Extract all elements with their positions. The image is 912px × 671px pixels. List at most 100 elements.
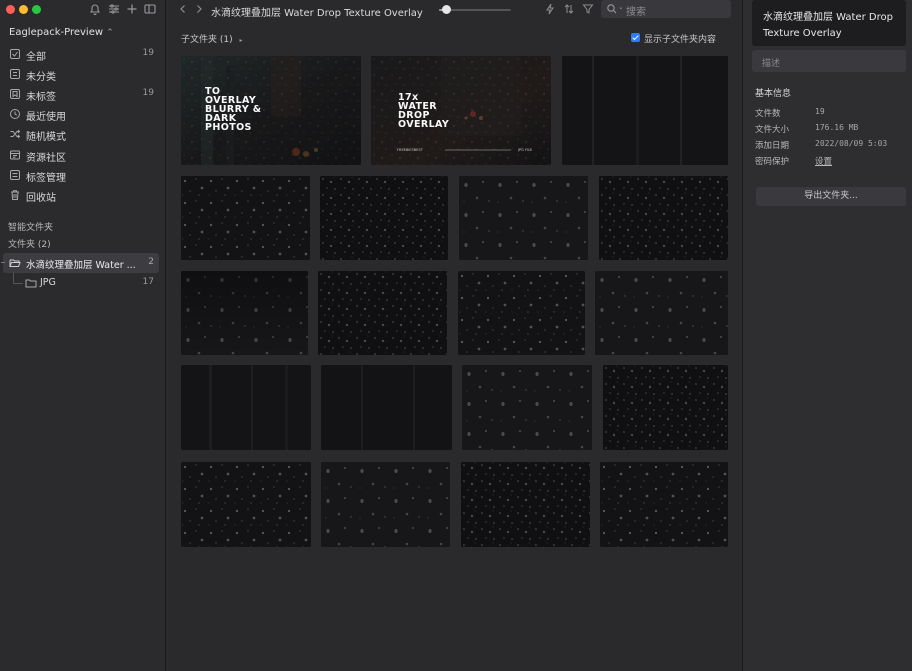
sidebar: Eaglepack-Preview ⌃ 全部 19 未分类 未标签 19 最近使… <box>0 0 166 671</box>
info-row-password: 密码保护 设置 <box>755 155 905 169</box>
nav-label: 未分类 <box>26 72 56 83</box>
smart-folders-header[interactable]: 智能文件夹 <box>8 220 53 233</box>
trash-icon <box>9 189 21 201</box>
library-name: Eaglepack-Preview <box>9 27 104 38</box>
texture-image <box>459 176 588 260</box>
info-value: 19 <box>815 107 825 116</box>
back-chevron-icon[interactable] <box>177 3 189 15</box>
nav-item-tag-manager[interactable]: 标签管理 <box>0 165 166 185</box>
thumbnail-texture[interactable] <box>562 56 728 165</box>
inspector-folder-name[interactable]: 水滴纹理叠加层 Water Drop Texture Overlay <box>752 0 906 46</box>
texture-image <box>321 462 450 547</box>
folder-icon <box>25 277 37 289</box>
texture-image <box>181 365 311 450</box>
sort-icon[interactable] <box>563 3 575 15</box>
thumbnail-texture[interactable] <box>462 365 592 450</box>
cover-text-2: 17x WATER DROP OVERLAY <box>398 92 450 130</box>
thumbnail-texture[interactable] <box>181 176 310 260</box>
thumbnail-texture[interactable] <box>599 176 728 260</box>
nav-label: 资源社区 <box>26 153 66 164</box>
nav-item-random[interactable]: 随机模式 <box>0 124 166 144</box>
texture-image <box>462 365 592 450</box>
thumbnail-texture[interactable] <box>321 462 450 547</box>
add-icon[interactable] <box>125 2 139 16</box>
texture-image <box>181 176 310 260</box>
tree-line <box>13 283 23 284</box>
nav-label: 全部 <box>26 52 46 63</box>
thumbnail-texture[interactable] <box>181 462 311 547</box>
export-folder-button[interactable]: 导出文件夹... <box>756 187 906 206</box>
folder-item-jpg[interactable]: JPG 17 <box>0 273 166 293</box>
all-items-icon <box>9 48 21 60</box>
thumbnail-texture[interactable] <box>181 271 308 355</box>
cover-footer-left: FREEBIESBEST <box>397 148 423 152</box>
tree-line <box>1 262 5 263</box>
thumbnail-texture[interactable] <box>461 462 590 547</box>
thumbnail-texture[interactable] <box>600 462 728 547</box>
thumbnail-texture[interactable] <box>320 176 448 260</box>
sidebar-toggle-icon[interactable] <box>143 2 157 16</box>
info-key: 密码保护 <box>755 157 790 167</box>
search-field[interactable]: ⌄ 搜索 <box>601 0 731 18</box>
nav-item-untagged[interactable]: 未标签 19 <box>0 84 166 104</box>
thumbnail-texture[interactable] <box>458 271 585 355</box>
description-placeholder: 描述 <box>762 59 781 69</box>
password-set-link[interactable]: 设置 <box>815 155 832 167</box>
cover-footer-right: JPG FILE <box>518 148 533 152</box>
tag-manager-icon <box>9 169 21 181</box>
folder-open-icon <box>9 257 21 269</box>
lightning-icon[interactable] <box>544 3 556 15</box>
subfolder-toggle[interactable]: 子文件夹 (1) ▸ <box>181 32 243 45</box>
info-row-file-count: 文件数 19 <box>755 107 905 121</box>
bell-icon[interactable] <box>88 2 102 16</box>
zoom-slider[interactable] <box>439 5 511 14</box>
nav-item-trash[interactable]: 回收站 <box>0 185 166 205</box>
texture-image <box>595 271 728 355</box>
caret-right-icon: ▸ <box>239 37 243 44</box>
close-window-button[interactable] <box>6 5 15 14</box>
zoom-slider-knob[interactable] <box>442 5 451 14</box>
thumbnail-texture[interactable] <box>321 365 452 450</box>
folder-title: 水滴纹理叠加层 Water Drop Texture Overlay <box>211 8 423 19</box>
inspector-panel: 水滴纹理叠加层 Water Drop Texture Overlay 描述 基本… <box>742 0 912 671</box>
filter-sliders-icon[interactable] <box>107 2 121 16</box>
description-field[interactable]: 描述 <box>752 50 906 72</box>
thumbnail-texture[interactable] <box>318 271 447 355</box>
funnel-filter-icon[interactable] <box>582 3 594 15</box>
tree-line <box>13 273 14 283</box>
info-value: 176.16 MB <box>815 123 859 132</box>
community-icon <box>9 149 21 161</box>
forward-chevron-icon[interactable] <box>193 3 205 15</box>
search-placeholder: 搜索 <box>626 7 646 18</box>
nav-item-recent[interactable]: 最近使用 <box>0 104 166 124</box>
thumbnail-cover-1[interactable]: TO OVERLAY BLURRY & DARK PHOTOS <box>181 56 361 165</box>
show-subfolder-checkbox[interactable]: 显示子文件夹内容 <box>631 32 716 45</box>
zoom-window-button[interactable] <box>32 5 41 14</box>
thumbnail-texture[interactable] <box>595 271 728 355</box>
nav-item-community[interactable]: 资源社区 <box>0 145 166 165</box>
folder-item-water-drop[interactable]: 水滴纹理叠加层 Water ... 2 <box>1 253 159 273</box>
thumbnail-cover-2[interactable]: 17x WATER DROP OVERLAY FREEBIESBEST JPG … <box>371 56 551 165</box>
search-dropdown-chevron-icon[interactable]: ⌄ <box>618 3 624 11</box>
thumbnail-texture[interactable] <box>459 176 588 260</box>
thumbnail-texture[interactable] <box>181 365 311 450</box>
nav-count: 19 <box>142 88 154 98</box>
info-key: 添加日期 <box>755 141 790 151</box>
nav-item-unfiled[interactable]: 未分类 <box>0 64 166 84</box>
thumbnail-texture[interactable] <box>603 365 728 450</box>
show-subfolder-label: 显示子文件夹内容 <box>644 35 717 45</box>
texture-image <box>599 176 728 260</box>
texture-image <box>600 462 728 547</box>
folder-label: 水滴纹理叠加层 Water ... <box>26 260 136 271</box>
texture-image <box>562 56 728 165</box>
folders-header[interactable]: 文件夹 (2) <box>8 237 51 250</box>
nav-item-all[interactable]: 全部 19 <box>0 44 166 64</box>
minimize-window-button[interactable] <box>19 5 28 14</box>
texture-image <box>318 271 447 355</box>
info-row-date-added: 添加日期 2022/08/09 5:03 <box>755 139 905 153</box>
unfiled-icon <box>9 68 21 80</box>
nav-label: 未标签 <box>26 92 56 103</box>
texture-image <box>181 462 311 547</box>
texture-image <box>321 365 452 450</box>
library-switcher[interactable]: Eaglepack-Preview ⌃ <box>9 27 114 38</box>
